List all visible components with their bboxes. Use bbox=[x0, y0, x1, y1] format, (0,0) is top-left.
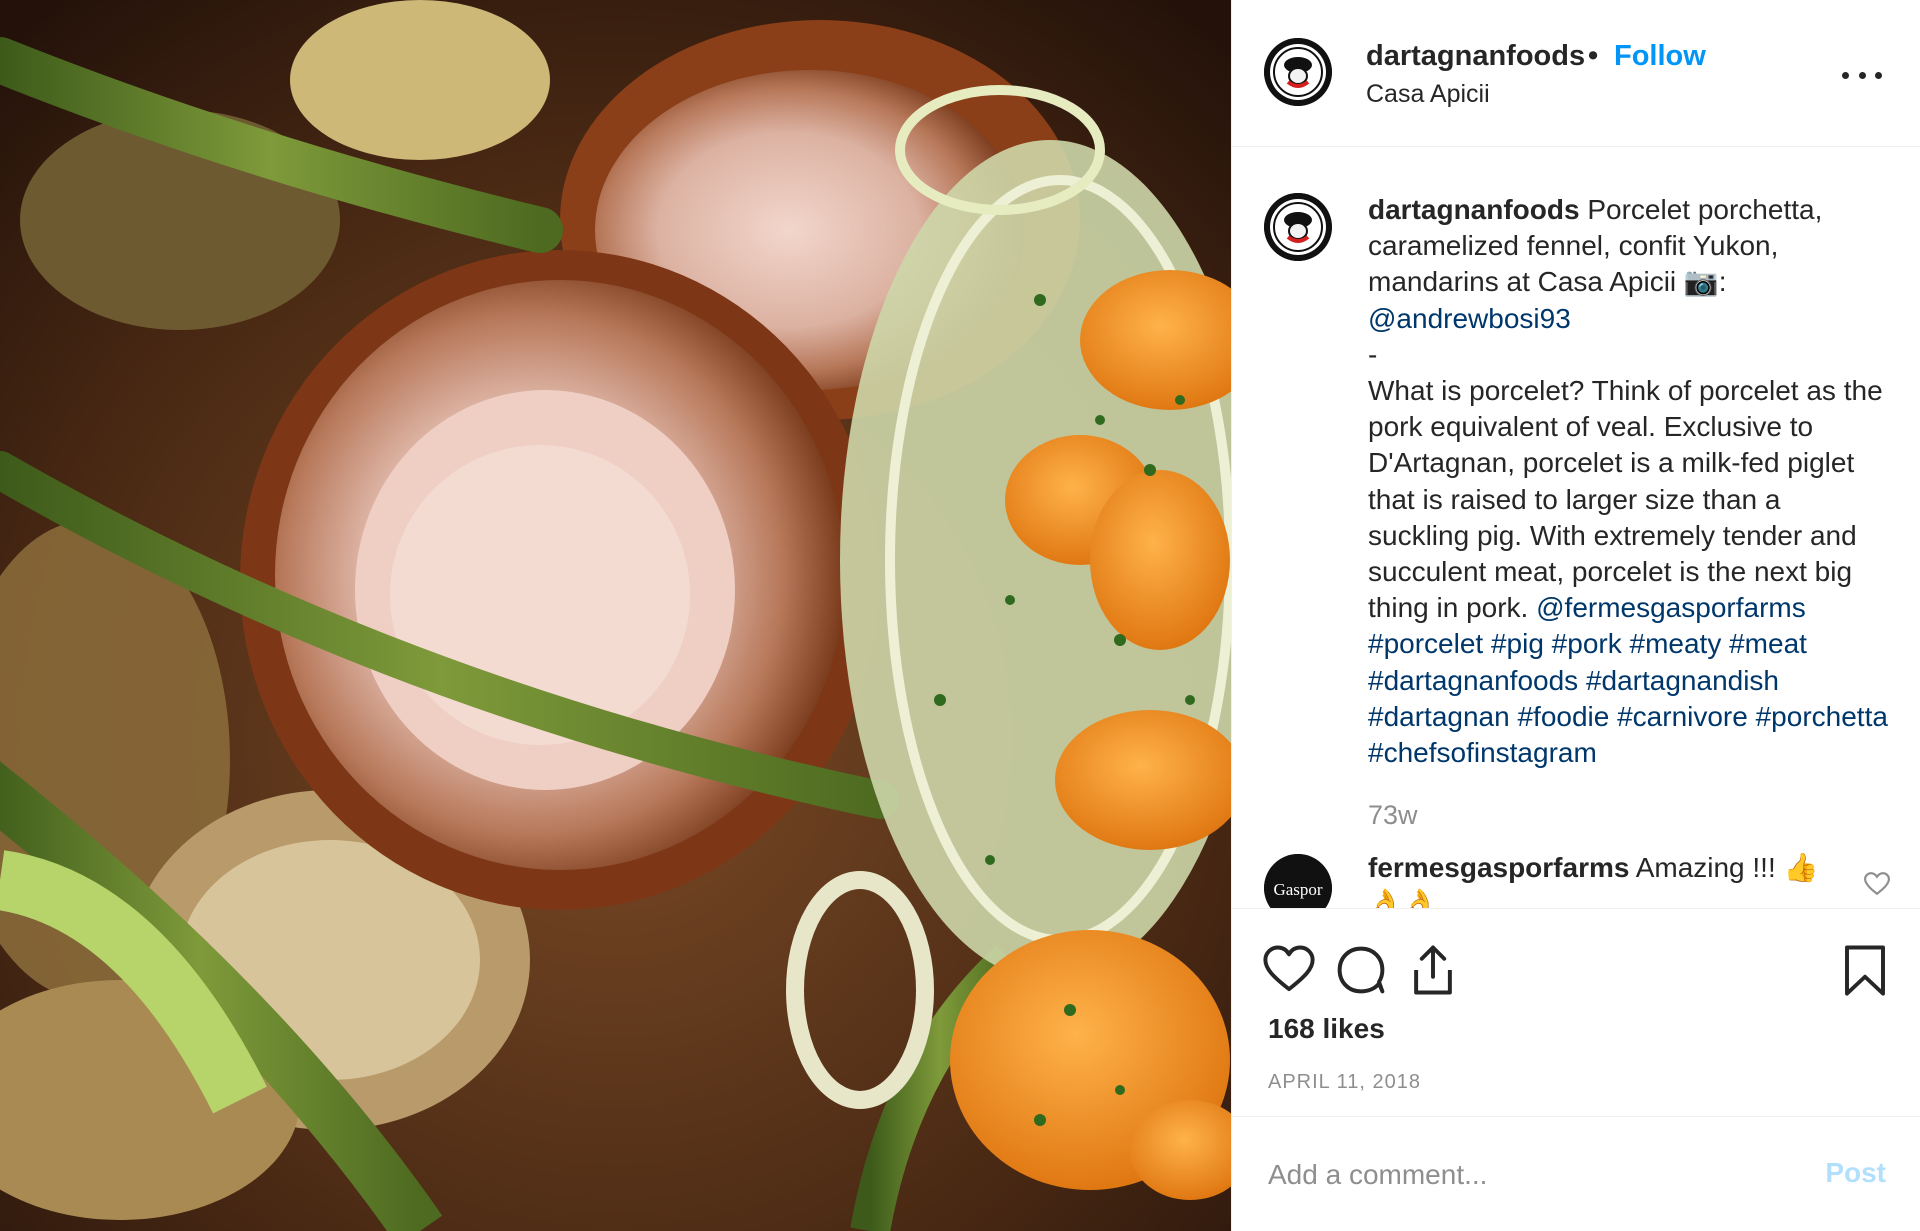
comments-area[interactable]: dartagnanfoods Porcelet porchetta, caram… bbox=[1232, 148, 1920, 908]
porchetta-photo-illustration bbox=[0, 0, 1231, 1231]
share-icon[interactable] bbox=[1406, 943, 1460, 997]
comment-bubble-icon[interactable] bbox=[1334, 943, 1388, 997]
action-bar: 168 likes APRIL 11, 2018 bbox=[1232, 908, 1920, 1118]
avatar[interactable] bbox=[1264, 38, 1332, 106]
post-caption: dartagnanfoods Porcelet porchetta, caram… bbox=[1368, 192, 1888, 771]
post-photo[interactable] bbox=[0, 0, 1231, 1231]
post-side-panel: dartagnanfoods • Follow Casa Apicii dart… bbox=[1231, 0, 1920, 1231]
post-date[interactable]: APRIL 11, 2018 bbox=[1268, 1071, 1421, 1094]
hashtags[interactable]: #porcelet #pig #pork #meaty #meat #darta… bbox=[1368, 628, 1888, 768]
post-author-username[interactable]: dartagnanfoods bbox=[1366, 40, 1585, 73]
avatar[interactable] bbox=[1264, 193, 1332, 261]
caption-username[interactable]: dartagnanfoods bbox=[1368, 194, 1580, 225]
mention-link[interactable]: @andrewbosi93 bbox=[1368, 303, 1571, 334]
avatar[interactable]: Gaspor bbox=[1264, 854, 1332, 908]
separator-dot: • bbox=[1588, 40, 1599, 72]
gaspor-logo-text: Gaspor bbox=[1273, 880, 1322, 899]
mention-link[interactable]: @fermesgasporfarms bbox=[1536, 592, 1806, 623]
add-comment-bar: Post bbox=[1232, 1116, 1920, 1231]
post-view: dartagnanfoods • Follow Casa Apicii dart… bbox=[0, 0, 1920, 1231]
comment-item: fermesgasporfarms Amazing !!! 👍👌👌 bbox=[1368, 850, 1838, 908]
bookmark-icon[interactable] bbox=[1838, 943, 1892, 997]
more-dots-icon[interactable] bbox=[1842, 60, 1882, 90]
post-location[interactable]: Casa Apicii bbox=[1366, 80, 1490, 109]
likes-count[interactable]: 168 likes bbox=[1268, 1013, 1385, 1045]
post-button[interactable]: Post bbox=[1825, 1157, 1886, 1189]
dartagnan-logo-icon bbox=[1264, 38, 1332, 106]
caption-body: What is porcelet? Think of porcelet as t… bbox=[1368, 375, 1883, 624]
gaspor-logo-icon: Gaspor bbox=[1264, 854, 1332, 908]
comment-input[interactable] bbox=[1268, 1155, 1788, 1195]
post-header: dartagnanfoods • Follow Casa Apicii bbox=[1232, 0, 1920, 147]
caption-dash: - bbox=[1368, 338, 1378, 370]
heart-icon[interactable] bbox=[1262, 943, 1316, 997]
post-age[interactable]: 73w bbox=[1368, 800, 1418, 831]
follow-button[interactable]: Follow bbox=[1614, 40, 1706, 73]
small-heart-icon[interactable] bbox=[1864, 872, 1890, 896]
comment-username[interactable]: fermesgasporfarms bbox=[1368, 852, 1629, 883]
dartagnan-logo-icon bbox=[1264, 193, 1332, 261]
